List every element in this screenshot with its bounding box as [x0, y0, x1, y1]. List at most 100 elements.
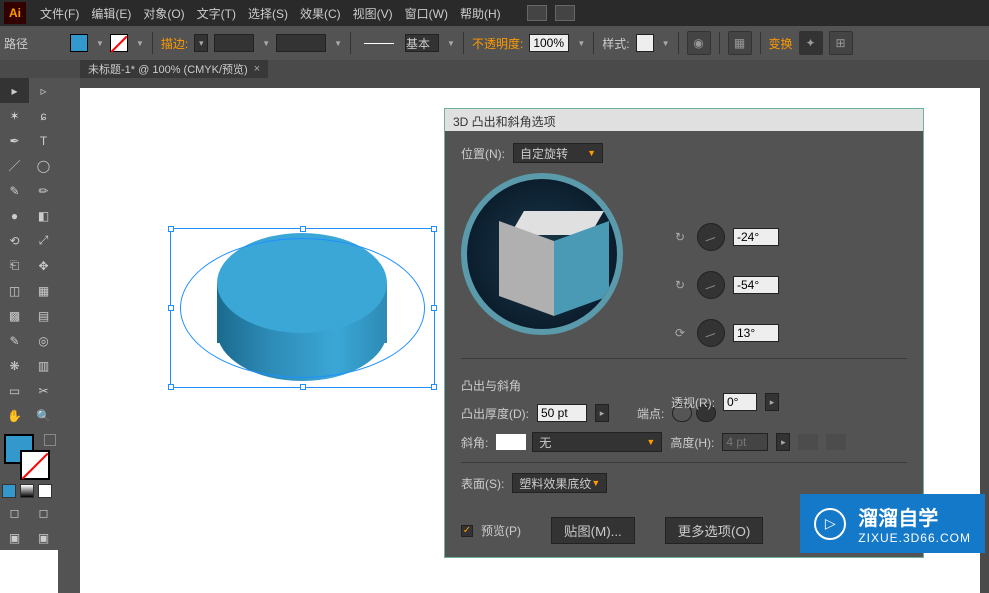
fill-color-swatch[interactable] — [70, 34, 88, 52]
stroke-color-swatch[interactable] — [110, 34, 128, 52]
extrude-depth-stepper[interactable]: ▸ — [595, 404, 609, 422]
dropdown-arrow-icon: ▼ — [646, 437, 655, 447]
angle-y-input[interactable]: -54° — [733, 276, 779, 294]
angle-z-dial[interactable] — [697, 319, 725, 347]
brush-definition[interactable] — [359, 34, 399, 52]
resize-handle[interactable] — [431, 226, 437, 232]
type-tool[interactable]: T — [29, 128, 58, 153]
magic-wand-tool[interactable]: ✶ — [0, 103, 29, 128]
variable-width-profile[interactable] — [276, 34, 326, 52]
resize-handle[interactable] — [431, 305, 437, 311]
resize-handle[interactable] — [168, 384, 174, 390]
eyedropper-tool[interactable]: ✎ — [0, 328, 29, 353]
angle-x-dial[interactable] — [697, 223, 725, 251]
menu-edit[interactable]: 编辑(E) — [85, 5, 137, 22]
menu-object[interactable]: 对象(O) — [137, 5, 190, 22]
menu-select[interactable]: 选择(S) — [242, 5, 294, 22]
perspective-input[interactable]: 0° — [723, 393, 757, 411]
preview-checkbox-row[interactable]: ✓ 预览(P) — [461, 522, 521, 539]
menu-window[interactable]: 窗口(W) — [399, 5, 454, 22]
gradient-tool[interactable]: ▤ — [29, 303, 58, 328]
direct-selection-tool[interactable]: ▹ — [29, 78, 58, 103]
swap-fill-stroke-icon[interactable] — [44, 434, 56, 446]
scale-tool[interactable]: ⤢ — [29, 228, 58, 253]
perspective-stepper[interactable]: ▸ — [765, 393, 779, 411]
fill-stroke-indicator[interactable] — [0, 432, 58, 482]
pencil-tool[interactable]: ✏ — [29, 178, 58, 203]
selection-tool[interactable]: ▸ — [0, 78, 29, 103]
perspective-grid-tool[interactable]: ▦ — [29, 278, 58, 303]
artboard-tool[interactable]: ▭ — [0, 378, 29, 403]
blob-brush-tool[interactable]: ● — [0, 203, 29, 228]
screen-mode[interactable]: ▣ — [0, 525, 29, 550]
rotation-preview-widget[interactable] — [461, 173, 623, 335]
lasso-tool[interactable]: ɕ — [29, 103, 58, 128]
transform-label[interactable]: 变换 — [769, 35, 793, 52]
dropdown-arrow-icon: ▼ — [587, 148, 596, 158]
stroke-label[interactable]: 描边: — [161, 35, 188, 52]
position-dropdown[interactable]: 自定旋转 ▼ — [513, 143, 603, 163]
graphic-style-swatch[interactable] — [636, 34, 654, 52]
extrude-depth-input[interactable]: 50 pt — [537, 404, 587, 422]
width-tool[interactable]: ⎗ — [0, 253, 29, 278]
stroke-dropdown-arrow[interactable]: ▼ — [136, 39, 144, 48]
transform-each-icon[interactable]: ⊞ — [829, 31, 853, 55]
slice-tool[interactable]: ✂ — [29, 378, 58, 403]
pen-tool[interactable]: ✒ — [0, 128, 29, 153]
menu-effect[interactable]: 效果(C) — [294, 5, 347, 22]
stroke-box[interactable] — [20, 450, 50, 480]
preview-checkbox[interactable]: ✓ — [461, 525, 473, 537]
fill-dropdown-arrow[interactable]: ▼ — [96, 39, 104, 48]
color-mode-color[interactable] — [2, 484, 16, 498]
blend-tool[interactable]: ◎ — [29, 328, 58, 353]
draw-behind[interactable]: ◻ — [29, 500, 58, 525]
bridge-icon[interactable] — [527, 5, 547, 21]
ellipse-tool[interactable]: ◯ — [29, 153, 58, 178]
symbol-sprayer-tool[interactable]: ❋ — [0, 353, 29, 378]
mesh-tool[interactable]: ▩ — [0, 303, 29, 328]
arrange-documents-icon[interactable] — [555, 5, 575, 21]
align-icon[interactable]: ▦ — [728, 31, 752, 55]
stroke-width-arrow[interactable]: ▼ — [262, 39, 270, 48]
isolate-icon[interactable]: ✦ — [799, 31, 823, 55]
color-mode-none[interactable] — [38, 484, 52, 498]
stroke-width-down[interactable]: ▾ — [194, 34, 208, 52]
resize-handle[interactable] — [168, 305, 174, 311]
document-tab-close-icon[interactable]: × — [254, 63, 260, 75]
brush-basic-label[interactable]: 基本 — [405, 34, 439, 52]
resize-handle[interactable] — [300, 226, 306, 232]
resize-handle[interactable] — [168, 226, 174, 232]
angle-x-input[interactable]: -24° — [733, 228, 779, 246]
document-tab[interactable]: 未标题-1* @ 100% (CMYK/预览) × — [80, 60, 268, 78]
resize-handle[interactable] — [431, 384, 437, 390]
map-art-button[interactable]: 贴图(M)... — [551, 517, 635, 544]
dialog-title: 3D 凸出和斜角选项 — [445, 109, 923, 131]
more-options-button[interactable]: 更多选项(O) — [665, 517, 764, 544]
free-transform-tool[interactable]: ✥ — [29, 253, 58, 278]
opacity-input[interactable]: 100% — [529, 34, 569, 52]
hand-tool[interactable]: ✋ — [0, 403, 29, 428]
color-mode-gradient[interactable] — [20, 484, 34, 498]
selected-object[interactable] — [170, 228, 435, 388]
angle-y-dial[interactable] — [697, 271, 725, 299]
screen-mode-2[interactable]: ▣ — [29, 525, 58, 550]
menu-type[interactable]: 文字(T) — [191, 5, 242, 22]
paintbrush-tool[interactable]: ✎ — [0, 178, 29, 203]
draw-normal[interactable]: ◻ — [0, 500, 29, 525]
zoom-tool[interactable]: 🔍 — [29, 403, 58, 428]
bevel-dropdown[interactable]: 无 ▼ — [532, 432, 662, 452]
angle-z-input[interactable]: 13° — [733, 324, 779, 342]
recolor-artwork-icon[interactable]: ◉ — [687, 31, 711, 55]
resize-handle[interactable] — [300, 384, 306, 390]
shape-builder-tool[interactable]: ◫ — [0, 278, 29, 303]
opacity-label[interactable]: 不透明度: — [472, 35, 523, 52]
menu-view[interactable]: 视图(V) — [347, 5, 399, 22]
menu-help[interactable]: 帮助(H) — [454, 5, 507, 22]
rotate-tool[interactable]: ⟲ — [0, 228, 29, 253]
stroke-width-input[interactable] — [214, 34, 254, 52]
surface-dropdown[interactable]: 塑料效果底纹 ▼ — [512, 473, 607, 493]
menu-file[interactable]: 文件(F) — [34, 5, 85, 22]
column-graph-tool[interactable]: ▥ — [29, 353, 58, 378]
line-tool[interactable]: ／ — [0, 153, 29, 178]
eraser-tool[interactable]: ◧ — [29, 203, 58, 228]
